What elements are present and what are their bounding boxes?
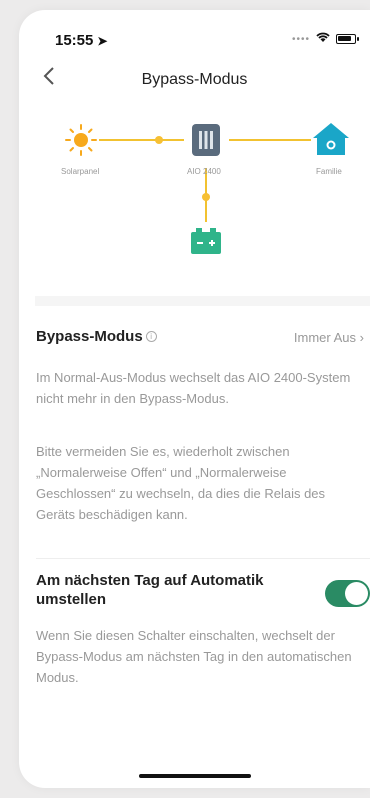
wifi-icon [316, 32, 330, 46]
bypass-mode-selector[interactable]: Immer Aus › [294, 330, 364, 345]
flow-dot-solar [155, 136, 163, 144]
page-title: Bypass-Modus [141, 71, 248, 88]
aio-device-icon [192, 124, 220, 156]
bypass-warning: Bitte vermeiden Sie es, wiederholt zwisc… [36, 444, 326, 522]
solar-label: Solarpanel [61, 167, 100, 176]
energy-flow-diagram: Solarpanel AIO 2400 Familie [19, 110, 370, 290]
home-indicator[interactable] [139, 774, 251, 778]
aio-label: AIO 2400 [187, 167, 221, 176]
chevron-right-icon: › [359, 330, 364, 345]
nav-bar: Bypass-Modus [19, 64, 370, 100]
family-label: Familie [316, 167, 342, 176]
grid-battery-icon [191, 228, 221, 254]
signal-icon: •••• [291, 33, 310, 45]
location-arrow-icon: ➤ [97, 34, 108, 48]
bypass-title-text: Bypass-Modus [36, 328, 143, 345]
info-icon[interactable]: i [145, 331, 157, 342]
flow-dot-grid [202, 193, 210, 201]
battery-icon [336, 34, 359, 44]
auto-switch-toggle[interactable] [325, 580, 370, 607]
auto-switch-title: Am nächsten Tag auf Automatik umstellen [36, 572, 264, 608]
bypass-mode-value: Immer Aus [293, 330, 357, 345]
toggle-knob [345, 582, 368, 605]
auto-switch-description: Wenn Sie diesen Schalter einschalten, we… [36, 628, 352, 685]
separator [36, 558, 370, 559]
status-time: 15:55 ➤ [55, 32, 107, 49]
bypass-description: Im Normal-Aus-Modus wechselt das AIO 240… [36, 370, 351, 406]
status-icons: •••• [291, 32, 359, 46]
section-divider [35, 296, 370, 306]
phone-screen: 15:55 ➤ •••• Bypass-Modus Solarpanel AIO… [19, 10, 370, 788]
bypass-section-title: Bypass-Modus i [36, 328, 157, 345]
status-time-text: 15:55 [55, 32, 94, 49]
sun-icon [65, 124, 97, 156]
house-icon [313, 123, 349, 155]
